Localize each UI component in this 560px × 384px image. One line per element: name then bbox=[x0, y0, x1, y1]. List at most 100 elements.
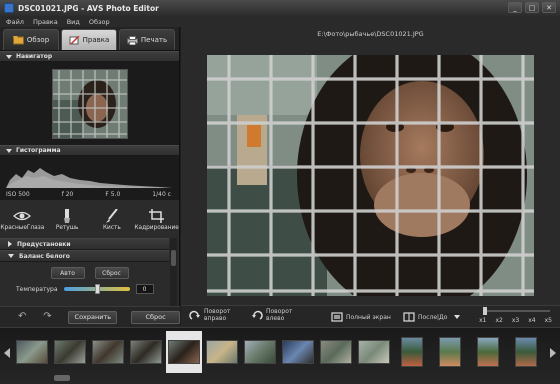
photo-image bbox=[207, 55, 534, 296]
thumbnail[interactable] bbox=[470, 331, 506, 373]
filmstrip-scrollbar-thumb[interactable] bbox=[54, 375, 70, 381]
tab-label: Правка bbox=[82, 36, 110, 44]
menu-file[interactable]: Файл bbox=[6, 18, 24, 26]
collapse-icon bbox=[6, 148, 12, 153]
temperature-row: Температура 0 bbox=[0, 284, 179, 294]
retouch-icon bbox=[64, 209, 71, 223]
thumbnail-image bbox=[130, 340, 162, 364]
temperature-value[interactable]: 0 bbox=[135, 284, 154, 294]
close-button[interactable]: ✕ bbox=[542, 2, 556, 13]
menu-view[interactable]: Вид bbox=[67, 18, 80, 26]
tool-redeye[interactable]: КрасныеГлаза bbox=[0, 209, 45, 231]
minimize-button[interactable]: _ bbox=[508, 2, 522, 13]
rotate-right-button[interactable]: Поворот вправо bbox=[189, 308, 236, 322]
navigator-title: Навигатор bbox=[16, 53, 53, 60]
printer-icon bbox=[126, 35, 138, 45]
zoom-levels: x1 x2 x3 x4 x5 bbox=[479, 317, 552, 324]
tool-label: КрасныеГлаза bbox=[0, 225, 45, 231]
navigator-header[interactable]: Навигатор bbox=[0, 51, 179, 62]
panel-scrollbar-thumb[interactable] bbox=[171, 250, 176, 266]
tab-label: Печать bbox=[140, 36, 168, 44]
menu-bar: Файл Правка Вид Обзор bbox=[0, 16, 560, 27]
fullscreen-button[interactable]: Полный экран bbox=[331, 311, 391, 323]
main-photo[interactable] bbox=[207, 55, 534, 296]
thumbnail[interactable] bbox=[128, 331, 164, 373]
thumbnail-image bbox=[92, 340, 124, 364]
rotate-left-button[interactable]: Поворот влево bbox=[251, 308, 296, 322]
undo-icon[interactable]: ↶ bbox=[18, 312, 29, 322]
histogram-header[interactable]: Гистограмма bbox=[0, 145, 179, 156]
zoom-level[interactable]: x5 bbox=[545, 317, 552, 324]
thumbnail-strip bbox=[14, 331, 546, 373]
thumbnail[interactable] bbox=[356, 331, 392, 373]
tool-retouch[interactable]: Ретушь bbox=[46, 209, 88, 231]
before-after-button[interactable]: После|До bbox=[403, 311, 461, 323]
temperature-slider[interactable] bbox=[63, 284, 130, 294]
collapse-icon bbox=[8, 254, 14, 258]
navigator-thumbnail[interactable] bbox=[51, 68, 128, 139]
zoom-level[interactable]: x4 bbox=[528, 317, 535, 324]
shutter-value: 1/40 с bbox=[152, 191, 171, 198]
thumbnail-image bbox=[320, 340, 352, 364]
thumbnail[interactable] bbox=[14, 331, 50, 373]
thumbnail[interactable] bbox=[394, 331, 430, 373]
fullscreen-icon bbox=[331, 312, 343, 322]
thumbnail[interactable] bbox=[52, 331, 88, 373]
reset-button[interactable]: Сброс bbox=[131, 310, 180, 324]
edit-icon bbox=[69, 35, 80, 45]
tab-edit[interactable]: Правка bbox=[61, 29, 117, 50]
temperature-slider-thumb[interactable] bbox=[94, 284, 100, 294]
thumbnail[interactable] bbox=[432, 331, 468, 373]
redo-icon[interactable]: ↷ bbox=[43, 312, 54, 322]
thumbnail-image bbox=[515, 337, 537, 367]
dropdown-icon[interactable] bbox=[454, 315, 461, 319]
collapse-icon bbox=[6, 54, 12, 59]
tab-browse[interactable]: Обзор bbox=[3, 29, 59, 50]
thumbnail[interactable] bbox=[508, 331, 544, 373]
eye-icon bbox=[13, 211, 32, 221]
zoom-slider[interactable] bbox=[483, 307, 550, 315]
menu-edit[interactable]: Правка bbox=[33, 18, 58, 26]
histogram-title: Гистограмма bbox=[16, 147, 61, 154]
scroll-left-icon[interactable] bbox=[4, 348, 10, 358]
thumbnail[interactable] bbox=[318, 331, 354, 373]
before-after-icon bbox=[403, 312, 415, 322]
thumbnail-image bbox=[477, 337, 499, 367]
thumbnail[interactable] bbox=[204, 331, 240, 373]
wb-reset-button[interactable]: Сброс bbox=[94, 267, 129, 279]
thumbnail-image bbox=[439, 337, 461, 367]
auto-button[interactable]: Авто bbox=[50, 267, 85, 279]
iso-value: ISO 500 bbox=[6, 191, 30, 198]
white-balance-header[interactable]: Баланс белого bbox=[0, 250, 169, 262]
brush-icon bbox=[105, 209, 118, 223]
menu-browse[interactable]: Обзор bbox=[89, 18, 110, 26]
zoom-level[interactable]: x2 bbox=[496, 317, 503, 324]
app-icon bbox=[4, 3, 14, 13]
tab-print[interactable]: Печать bbox=[119, 29, 175, 50]
thumbnail[interactable] bbox=[280, 331, 316, 373]
thumbnail-image bbox=[168, 340, 200, 364]
presets-header[interactable]: Предустановки bbox=[0, 238, 169, 250]
temperature-label: Температура bbox=[16, 285, 58, 293]
thumbnail[interactable] bbox=[242, 331, 278, 373]
maximize-button[interactable]: □ bbox=[525, 2, 539, 13]
tool-brush[interactable]: Кисть bbox=[91, 209, 133, 231]
tool-crop[interactable]: Кадрирование bbox=[134, 209, 179, 231]
rotate-left-icon bbox=[252, 310, 263, 320]
zoom-slider-thumb[interactable] bbox=[483, 307, 487, 315]
panel-scrollbar[interactable] bbox=[170, 238, 177, 306]
image-view-area: E:\Фото\рыбачье\DSC01021.JPG bbox=[181, 27, 560, 327]
save-button[interactable]: Сохранить bbox=[68, 310, 118, 324]
thumbnail-selected[interactable] bbox=[166, 331, 202, 373]
thumbnail[interactable] bbox=[90, 331, 126, 373]
window-controls: _ □ ✕ bbox=[508, 2, 556, 13]
tool-label: Кадрирование bbox=[134, 225, 179, 231]
fullscreen-label: Полный экран bbox=[346, 313, 391, 321]
zoom-level[interactable]: x3 bbox=[512, 317, 519, 324]
filmstrip bbox=[0, 327, 560, 384]
scroll-right-icon[interactable] bbox=[550, 348, 556, 358]
before-after-label: После|До bbox=[418, 313, 448, 321]
zoom-level[interactable]: x1 bbox=[479, 317, 486, 324]
mode-tabs: Обзор Правка Печать bbox=[0, 27, 179, 51]
aperture-value: F 5.0 bbox=[105, 191, 121, 198]
